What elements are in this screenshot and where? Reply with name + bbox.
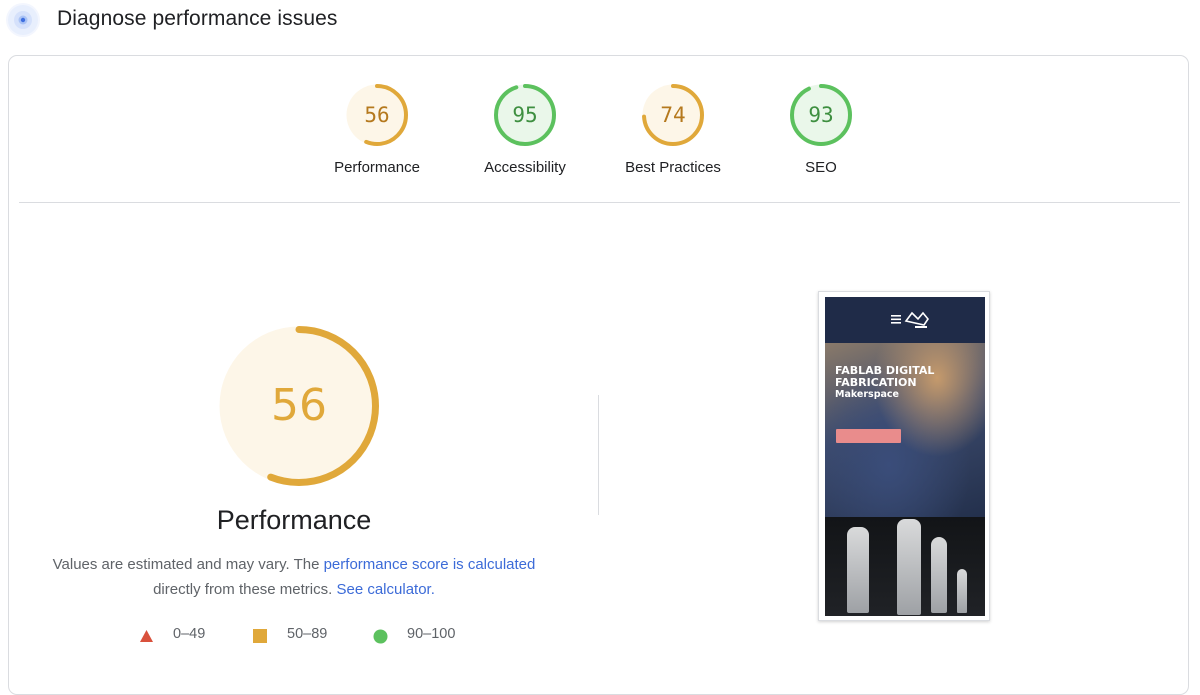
- gauge-score: 74: [660, 103, 686, 127]
- performance-score-link[interactable]: performance score is calculated: [324, 556, 536, 573]
- legend-range: 90–100: [407, 626, 456, 642]
- page-header: Diagnose performance issues: [0, 0, 1200, 44]
- gauge-label: Accessibility: [484, 159, 566, 176]
- figurine: [847, 527, 869, 613]
- screenshot-image: FABLAB DIGITAL FABRICATION Makerspace: [825, 297, 985, 616]
- lighthouse-icon: [8, 5, 38, 35]
- square-icon: [253, 629, 267, 643]
- gauge-ring: 56: [346, 84, 408, 146]
- gauge-score: 93: [808, 103, 834, 127]
- circle-icon: [373, 629, 388, 644]
- section-divider: [19, 202, 1180, 203]
- gauge-label: Performance: [334, 159, 420, 176]
- page-title: Diagnose performance issues: [57, 7, 338, 30]
- gauge-ring: 95: [494, 84, 556, 146]
- screenshot-nav: [825, 297, 985, 343]
- gauge-ring: 74: [642, 84, 704, 146]
- category-gauges: 56 Performance 95 Accessibility 74 Best …: [9, 56, 1188, 202]
- gauge-label: Best Practices: [625, 159, 721, 176]
- gauge-score: 95: [512, 103, 538, 127]
- gauge-label: SEO: [805, 159, 837, 176]
- gauge-performance[interactable]: 56 Performance: [307, 84, 447, 176]
- screenshot-figures: [825, 517, 985, 616]
- triangle-icon: [140, 630, 153, 642]
- description-text: directly from these metrics.: [153, 581, 333, 598]
- page-screenshot[interactable]: FABLAB DIGITAL FABRICATION Makerspace: [818, 291, 990, 621]
- screenshot-cta: [836, 429, 901, 443]
- gauge-accessibility[interactable]: 95 Accessibility: [455, 84, 595, 176]
- gauge-best-practices[interactable]: 74 Best Practices: [603, 84, 743, 176]
- fablab-logo: [891, 311, 929, 328]
- figurine: [957, 569, 967, 613]
- screenshot-heading-line: FABRICATION: [835, 376, 917, 389]
- screenshot-subheading: Makerspace: [835, 389, 899, 400]
- gauge-seo[interactable]: 93 SEO: [751, 84, 891, 176]
- figurine: [897, 519, 921, 615]
- legend-range: 0–49: [173, 626, 206, 642]
- see-calculator-link[interactable]: See calculator.: [336, 581, 434, 598]
- report-card: 56 Performance 95 Accessibility 74 Best …: [8, 55, 1189, 695]
- gauge-ring: 93: [790, 84, 852, 146]
- figurine: [931, 537, 947, 613]
- gauge-score: 56: [364, 103, 390, 127]
- score-description: Values are estimated and may vary. The p…: [39, 552, 549, 602]
- screenshot-heading: FABLAB DIGITAL FABRICATION: [835, 365, 975, 389]
- performance-title: Performance: [216, 505, 372, 535]
- description-text: Values are estimated and may vary. The: [52, 556, 324, 573]
- vertical-divider: [598, 395, 599, 515]
- performance-gauge: 56: [219, 326, 379, 486]
- screenshot-hero: FABLAB DIGITAL FABRICATION Makerspace: [825, 343, 985, 517]
- performance-score: 56: [271, 380, 327, 431]
- legend-range: 50–89: [287, 626, 328, 642]
